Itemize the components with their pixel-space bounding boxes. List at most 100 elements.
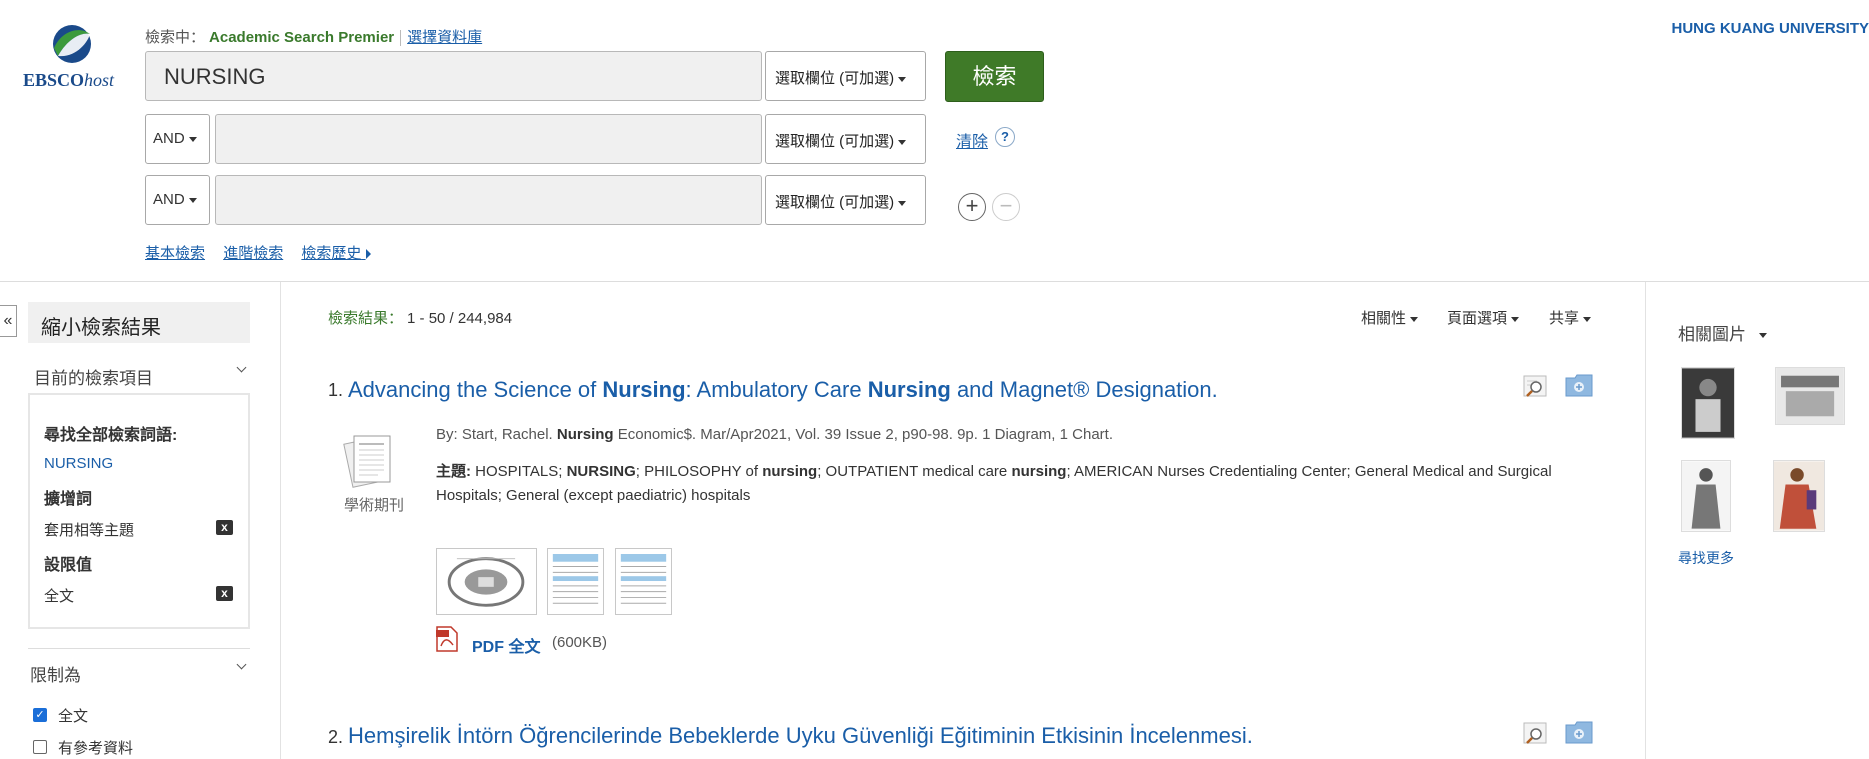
caret-down-icon	[898, 139, 907, 145]
find-all-value: NURSING	[44, 455, 114, 472]
related-images-title: 相關圖片	[1678, 325, 1746, 344]
result-title-link[interactable]: Hemşirelik İntörn Öğrencilerinde Bebekle…	[348, 723, 1253, 749]
title-part: : Ambulatory Care	[685, 377, 868, 402]
ebsco-globe-icon	[53, 25, 91, 63]
find-more-link[interactable]: 尋找更多	[1678, 548, 1734, 568]
document-type: 學術期刊	[344, 497, 405, 514]
fulltext-checkbox[interactable]: ✓	[33, 708, 47, 722]
ebsco-logo[interactable]: EBSCOhost	[18, 22, 128, 92]
remove-row-icon[interactable]: −	[992, 193, 1020, 221]
diagram-thumbnail[interactable]	[436, 548, 537, 615]
caret-down-icon	[898, 200, 907, 206]
find-all-label: 尋找全部檢索詞語:	[44, 427, 178, 444]
byline-text: By: Start, Rachel.	[436, 426, 557, 443]
subjects-highlight: NURSING	[566, 463, 636, 480]
related-image-1[interactable]	[1681, 367, 1735, 439]
collapse-sidebar-button[interactable]: «	[0, 305, 17, 337]
results-count-value: 1 - 50 / 244,984	[407, 310, 513, 327]
page-options-menu[interactable]: 頁面選項	[1447, 307, 1520, 328]
chart-thumbnail[interactable]	[547, 548, 604, 615]
triangle-right-icon	[365, 249, 371, 260]
limiters-label: 設限值	[44, 557, 93, 574]
add-to-folder-icon[interactable]	[1565, 373, 1593, 397]
byline-text: Economic$. Mar/Apr2021, Vol. 39 Issue 2,…	[613, 426, 1113, 443]
chevron-down-icon[interactable]	[236, 362, 247, 373]
preview-magnifier-icon[interactable]	[1523, 722, 1549, 744]
search-button[interactable]: 檢索	[945, 51, 1044, 102]
searching-label: 檢索中：	[145, 29, 206, 46]
subjects-text: HOSPITALS;	[471, 463, 567, 480]
add-to-folder-icon[interactable]	[1565, 720, 1593, 744]
preview-magnifier-icon[interactable]	[1523, 375, 1549, 397]
subjects-label: 主題:	[436, 463, 471, 480]
field-select-label: 選取欄位 (可加選)	[775, 70, 895, 87]
caret-down-icon	[1410, 316, 1419, 322]
result-number: 1.	[328, 380, 344, 400]
title-highlight: Nursing	[867, 377, 951, 402]
byline-highlight: Nursing	[556, 426, 614, 443]
related-image-2[interactable]	[1775, 367, 1845, 425]
page-options-label: 頁面選項	[1447, 310, 1508, 327]
remove-expander-icon[interactable]: x	[216, 520, 233, 535]
pdf-fulltext-link[interactable]: PDF 全文	[472, 633, 540, 657]
help-icon[interactable]: ?	[995, 127, 1015, 147]
advanced-search-link[interactable]: 進階檢索	[223, 245, 283, 262]
field-select-2[interactable]: 選取欄位 (可加選)	[765, 114, 926, 164]
database-name: Academic Search Premier	[209, 29, 395, 46]
refine-results-title: 縮小檢索結果	[28, 302, 250, 343]
references-checkbox-label[interactable]: 有參考資料	[58, 737, 133, 758]
field-select-3[interactable]: 選取欄位 (可加選)	[765, 175, 926, 225]
relevance-sort-menu[interactable]: 相關性	[1361, 307, 1419, 328]
subjects-highlight: nursing	[1011, 463, 1067, 480]
remove-limiter-icon[interactable]: x	[216, 586, 233, 601]
operator-label: AND	[153, 191, 185, 208]
academic-journal-icon	[343, 435, 391, 488]
expander-value: 套用相等主題	[44, 522, 135, 539]
clear-link[interactable]: 清除	[956, 128, 988, 152]
limit-to-header[interactable]: 限制為	[30, 661, 81, 686]
related-image-3[interactable]	[1681, 460, 1731, 532]
field-select-label: 選取欄位 (可加選)	[775, 133, 895, 150]
results-count: 檢索結果： 1 - 50 / 244,984	[328, 307, 512, 328]
limiter-value: 全文	[44, 588, 75, 605]
title-highlight: Nursing	[602, 377, 686, 402]
subjects-text: ; OUTPATIENT medical care	[817, 463, 1012, 480]
result-title-link[interactable]: Advancing the Science of Nursing: Ambula…	[348, 377, 1218, 403]
related-images-header[interactable]: 相關圖片	[1678, 320, 1767, 345]
subjects-highlight: nursing	[762, 463, 818, 480]
share-label: 共享	[1549, 310, 1580, 327]
share-menu[interactable]: 共享	[1549, 307, 1592, 328]
operator-select-3[interactable]: AND	[145, 175, 210, 225]
search-input-2[interactable]	[215, 114, 762, 164]
search-mode-links: 基本檢索 進階檢索 檢索歷史	[145, 242, 371, 263]
result-byline: By: Start, Rachel. Nursing Economic$. Ma…	[436, 426, 1113, 443]
current-search-header[interactable]: 目前的檢索項目	[34, 364, 153, 389]
logo-text: EBSCOhost	[23, 70, 115, 90]
relevance-label: 相關性	[1361, 310, 1407, 327]
caret-down-icon	[1583, 316, 1592, 322]
add-row-icon[interactable]: +	[958, 193, 986, 221]
searching-in: 檢索中： Academic Search Premier 選擇資料庫	[145, 26, 482, 47]
basic-search-link[interactable]: 基本檢索	[145, 245, 205, 262]
search-history-link[interactable]: 檢索歷史	[301, 245, 371, 262]
fulltext-checkbox-label[interactable]: 全文	[58, 705, 88, 726]
search-input-1[interactable]: NURSING	[145, 51, 762, 101]
caret-down-icon	[188, 136, 197, 142]
choose-database-link[interactable]: 選擇資料庫	[407, 29, 482, 46]
related-image-4[interactable]	[1773, 460, 1825, 532]
results-count-label: 檢索結果：	[328, 310, 404, 327]
divider	[400, 30, 402, 47]
caret-down-icon	[188, 197, 197, 203]
pdf-icon[interactable]	[436, 626, 458, 652]
references-checkbox[interactable]	[33, 740, 47, 754]
search-input-3[interactable]	[215, 175, 762, 225]
operator-label: AND	[153, 130, 185, 147]
result-subjects: 主題: HOSPITALS; NURSING; PHILOSOPHY of nu…	[436, 460, 1586, 508]
operator-select-2[interactable]: AND	[145, 114, 210, 164]
caret-down-icon	[898, 76, 907, 82]
chevron-down-icon[interactable]	[236, 659, 247, 670]
table-thumbnail[interactable]	[615, 548, 672, 615]
field-select-1[interactable]: 選取欄位 (可加選)	[765, 51, 926, 101]
expanders-label: 擴增詞	[44, 491, 93, 508]
column-divider	[1645, 282, 1646, 759]
